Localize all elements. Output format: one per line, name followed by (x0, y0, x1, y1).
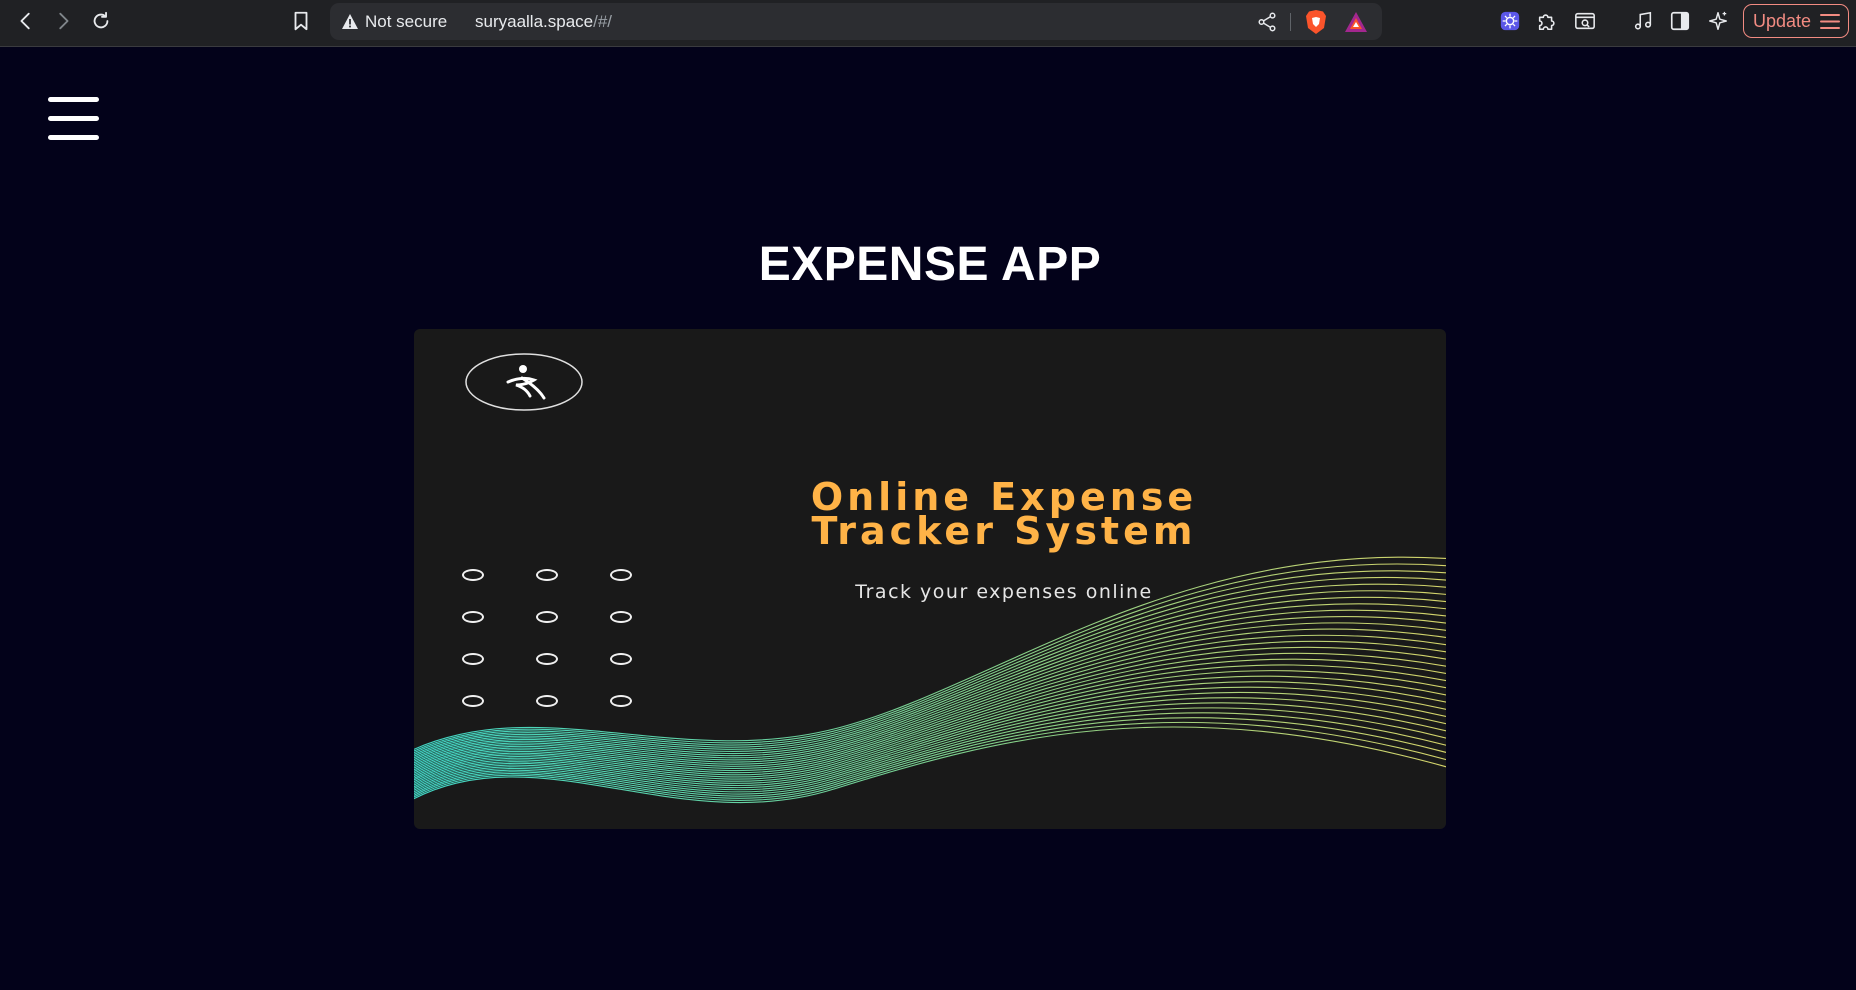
decorative-dot-grid (462, 564, 632, 714)
warning-icon (342, 14, 358, 29)
forward-arrow-icon (59, 12, 69, 30)
screenshot-button[interactable] (1572, 8, 1598, 34)
security-status[interactable]: Not secure (365, 12, 447, 32)
brave-rewards-icon[interactable] (1344, 11, 1368, 33)
bookmark-icon (294, 11, 308, 31)
leo-ai-button[interactable] (1705, 8, 1731, 34)
banner-title: Online Expense Tracker System (614, 478, 1394, 553)
media-button[interactable] (1630, 8, 1656, 34)
back-arrow-icon (20, 12, 30, 30)
menu-bar (48, 135, 99, 140)
ring-shape (536, 569, 558, 581)
ring-shape (536, 611, 558, 623)
hero-banner-image: Online Expense Tracker System Track your… (414, 329, 1446, 829)
screenshot-icon (1575, 12, 1595, 30)
bookmark-button[interactable] (287, 7, 315, 35)
url-host: suryaalla.space (475, 12, 594, 31)
music-icon (1634, 11, 1652, 30)
divider (1290, 13, 1291, 31)
ring-shape (462, 653, 484, 665)
sparkle-icon (1709, 11, 1727, 30)
sidebar-icon (1670, 11, 1690, 31)
extension-badge-icon (1500, 11, 1520, 31)
brave-shields-icon[interactable] (1304, 9, 1328, 35)
menu-bar (48, 97, 99, 102)
ring-shape (610, 611, 632, 623)
ring-shape (462, 695, 484, 707)
reload-icon (93, 11, 109, 29)
extensions-button[interactable] (1534, 8, 1560, 34)
ring-shape (610, 695, 632, 707)
url-path: /#/ (593, 12, 613, 31)
ring-shape (462, 611, 484, 623)
back-button[interactable] (12, 7, 40, 35)
update-label: Update (1753, 10, 1812, 31)
url-text[interactable]: suryaalla.space/#/ (475, 12, 612, 32)
ring-shape (462, 569, 484, 581)
banner-title-line2: Tracker System (811, 509, 1197, 553)
share-icon[interactable] (1256, 11, 1278, 33)
ring-shape (610, 569, 632, 581)
ring-shape (536, 695, 558, 707)
menu-bar (48, 116, 99, 121)
banner-subtitle: Track your expenses online (855, 581, 1153, 603)
reload-button[interactable] (87, 7, 115, 35)
browser-toolbar: Not secure suryaalla.space/#/ Update (0, 0, 1856, 47)
sidebar-button[interactable] (1667, 8, 1693, 34)
extension-button[interactable] (1497, 8, 1523, 34)
menu-icon (1820, 14, 1840, 29)
update-button[interactable]: Update (1743, 4, 1849, 38)
page-title: EXPENSE APP (758, 238, 1102, 291)
puzzle-icon (1538, 14, 1555, 31)
hamburger-menu-icon[interactable] (48, 97, 99, 140)
address-bar[interactable]: Not secure suryaalla.space/#/ (330, 3, 1382, 40)
ring-shape (536, 653, 558, 665)
runner-logo-icon (465, 353, 583, 411)
ring-shape (610, 653, 632, 665)
forward-button[interactable] (49, 7, 77, 35)
